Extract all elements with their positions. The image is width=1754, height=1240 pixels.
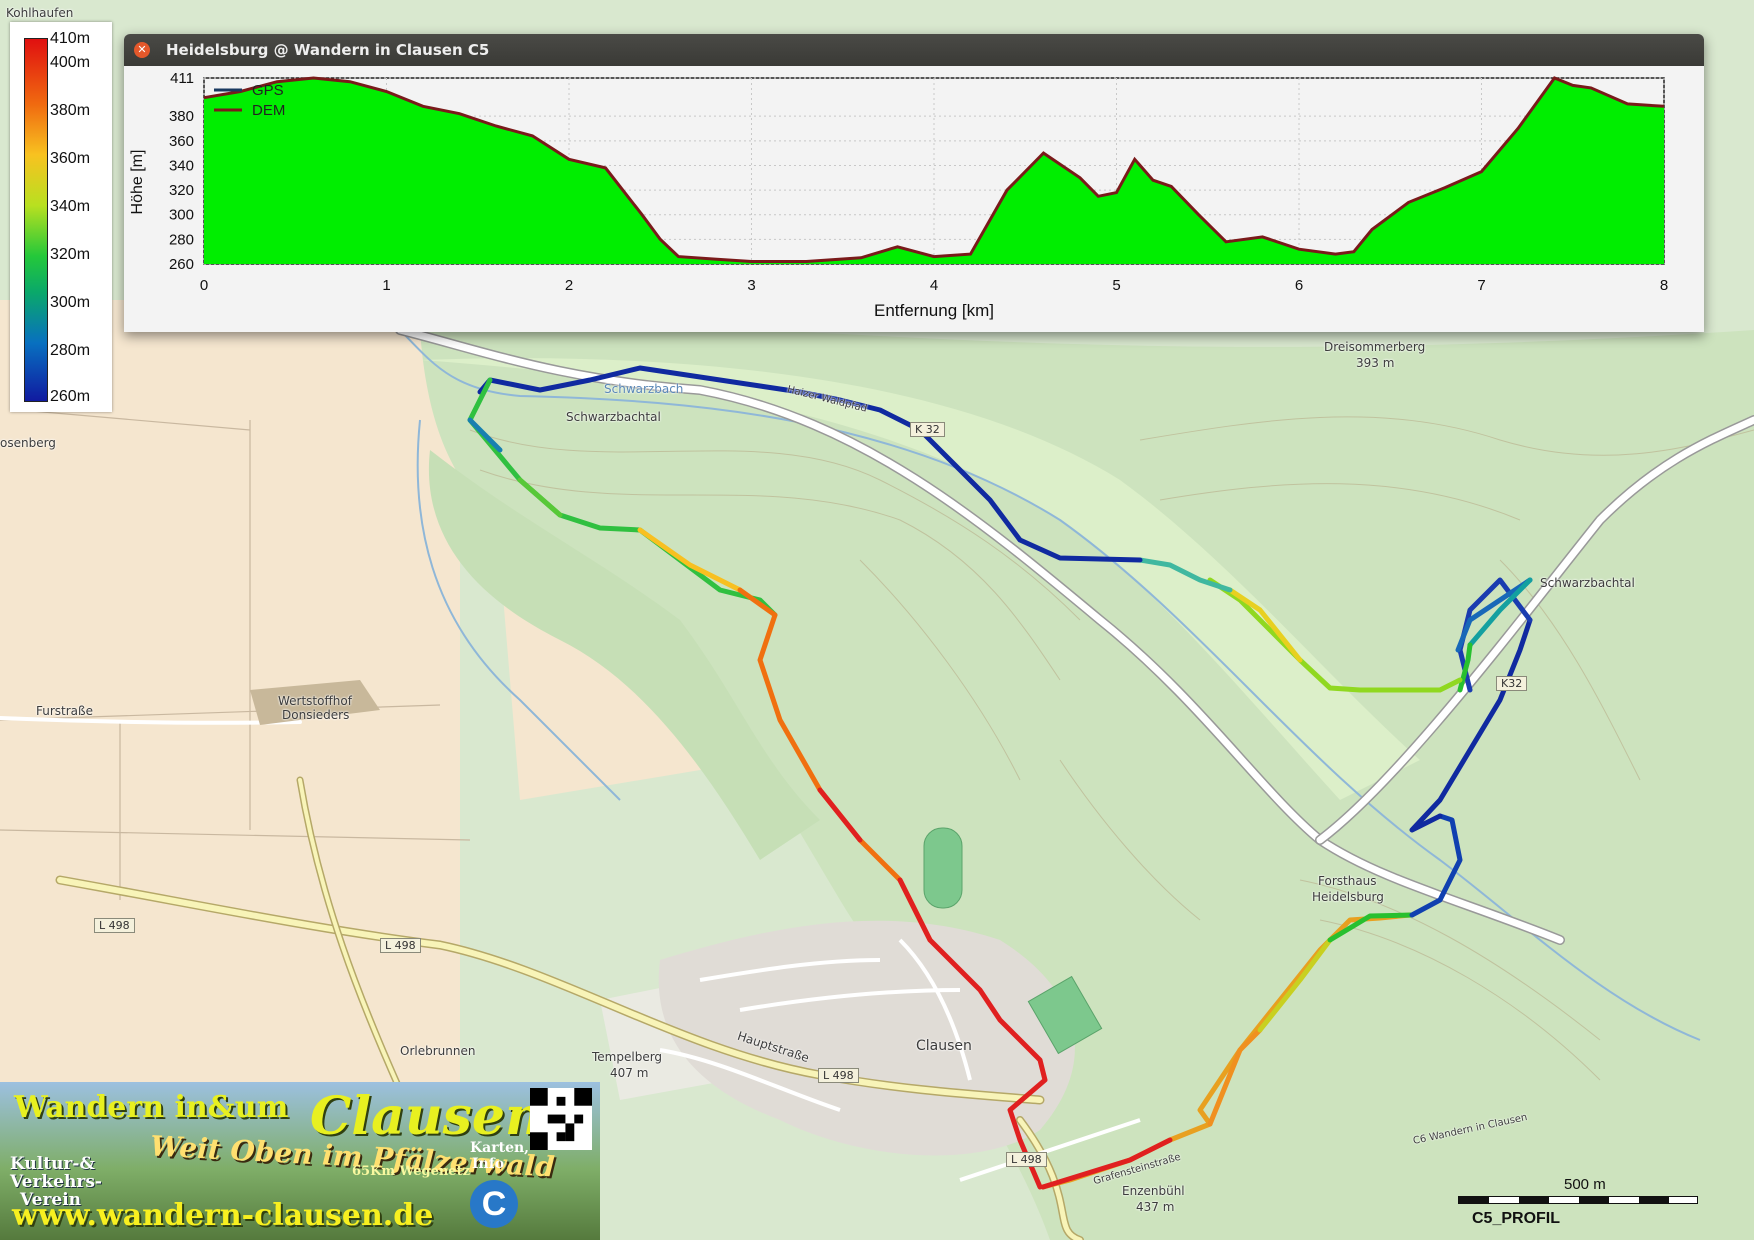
wandern-clausen-banner[interactable]: Wandern in&um Clausen Weit Oben im Pfälz… [0,1082,600,1240]
x-tick-label: 2 [565,277,573,294]
road-sign-l498-3: L 498 [818,1068,859,1083]
map-label-dreisommerberg: Dreisommerberg [1324,340,1426,354]
road-sign-l498-1: L 498 [94,918,135,933]
map-label-clausen: Clausen [916,1038,972,1054]
banner-km: 65Km Wegenetz [352,1164,470,1179]
legend-tick: 410m [50,30,91,47]
y-tick-label: 411 [170,70,194,87]
profile-code: C5_PROFIL [1472,1210,1561,1227]
x-tick-label: 0 [200,277,208,294]
x-axis-ticks: 0 1 2 3 4 5 6 7 8 [200,277,1668,294]
banner-line1: Wandern in&um [14,1090,289,1125]
x-axis-label: Entfernung [km] [874,301,994,320]
close-icon[interactable]: ✕ [134,42,150,58]
map-label-donsieders: Donsieders [282,708,350,722]
map-label-furstrasse: Furstraße [36,704,93,718]
map-label-forsthaus: Forsthaus [1318,874,1377,888]
x-tick-label: 4 [930,277,938,294]
scale-bar: 500 m [1458,1176,1698,1206]
legend-tick: 380m [50,102,91,119]
legend-tick: 340m [50,198,91,215]
window-title: Heidelsburg @ Wandern in Clausen C5 [166,41,490,59]
legend-gps-label: GPS [252,82,284,99]
y-tick-label: 360 [169,133,194,150]
map-label-wertstoffhof: Wertstoffhof [278,694,352,708]
scale-label: 500 m [1564,1176,1606,1193]
y-tick-label: 300 [169,207,194,224]
y-tick-label: 340 [169,157,194,174]
y-tick-label: 260 [169,256,194,273]
clausen-logo-icon: C [470,1180,518,1228]
road-sign-k32-east: K32 [1496,676,1528,691]
legend-tick: 300m [50,294,91,311]
map-label-heidelsburg: Heidelsburg [1312,890,1384,904]
y-tick-label: 380 [169,108,194,125]
x-tick-label: 3 [747,277,755,294]
y-tick-label: 320 [169,182,194,199]
legend-tick: 400m [50,54,91,71]
legend-tick: 360m [50,150,91,167]
map-label-tempelberg-height: 407 m [610,1066,649,1080]
legend-tick: 320m [50,246,91,263]
legend-color-bar [24,38,48,402]
map-label-enzenbuhl-height: 437 m [1136,1200,1175,1214]
x-tick-label: 7 [1477,277,1485,294]
map-label-tempelberg: Tempelberg [592,1050,663,1064]
elevation-chart: 411 380 360 340 320 300 280 260 0 1 2 3 4 5 6 7 8 GPS D… [129,70,1668,320]
legend-tick: 260m [50,388,91,405]
map-label-schwarzbach: Schwarzbach [604,382,684,396]
scale-ruler [1458,1196,1698,1204]
map-label-schwarzbachtal-west: Schwarzbachtal [566,410,661,424]
legend-dem-label: DEM [252,102,285,119]
road-sign-l498-2: L 498 [380,938,421,953]
map-label-orlebrunnen: Orlebrunnen [400,1044,476,1058]
banner-kultur: Kultur-& [10,1154,95,1174]
map-label-rosenberg: osenberg [0,436,56,450]
elevation-profile-window[interactable]: ✕ Heidelsburg @ Wandern in Clausen C5 41… [124,34,1704,332]
banner-info: Info [472,1156,505,1172]
map-label-kohlhaufen: Kohlhaufen [6,6,74,20]
window-titlebar[interactable]: ✕ Heidelsburg @ Wandern in Clausen C5 [124,34,1704,66]
x-tick-label: 6 [1295,277,1303,294]
road-sign-l498-4: L 498 [1006,1152,1047,1167]
map-label-dreisommerberg-height: 393 m [1356,356,1395,370]
map-label-enzenbuhl: Enzenbühl [1122,1184,1185,1198]
banner-url[interactable]: www.wandern-clausen.de [12,1198,433,1233]
y-axis-label: Höhe [m] [129,150,146,215]
qr-code[interactable] [530,1088,592,1150]
banner-clausen: Clausen [310,1086,543,1147]
legend-tick: 280m [50,342,91,359]
x-tick-label: 8 [1660,277,1668,294]
x-tick-label: 5 [1112,277,1120,294]
banner-verkehrs: Verkehrs- [10,1172,102,1192]
banner-karten: Karten, [470,1140,530,1156]
y-axis-ticks: 411 380 360 340 320 300 280 260 [169,70,194,273]
map-label-schwarzbachtal-east: Schwarzbachtal [1540,576,1635,590]
elevation-color-legend: 410m 400m 380m 360m 340m 320m 300m 280m … [10,22,112,412]
road-sign-k32: K 32 [910,422,945,437]
y-tick-label: 280 [169,231,194,248]
x-tick-label: 1 [382,277,390,294]
